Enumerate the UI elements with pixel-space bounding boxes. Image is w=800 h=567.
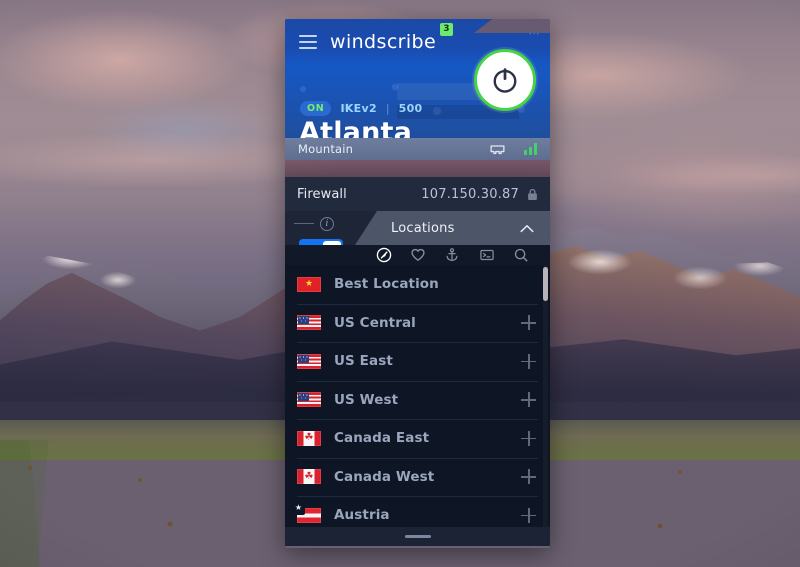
location-row[interactable]: US Central	[285, 303, 550, 343]
favourite-badge: ★	[292, 501, 305, 515]
location-row[interactable]: ☘ Canada East	[285, 419, 550, 458]
locations-panel-header[interactable]: Locations	[355, 211, 550, 245]
expand-plus-icon[interactable]	[521, 315, 536, 331]
flag-canada-icon: ☘	[297, 430, 321, 446]
ip-address-value: 107.150.30.87	[421, 186, 519, 202]
flag-canada-icon: ☘	[297, 469, 321, 485]
star-glyph: ★	[294, 503, 303, 513]
tab-static-ips[interactable]	[443, 246, 462, 265]
port-label[interactable]: 500	[399, 102, 423, 115]
location-list[interactable]: ★ Best Location US Central US East US West ☘ C…	[285, 265, 550, 527]
location-row-label: Best Location	[334, 276, 439, 293]
firewall-row: Firewall 107.150.30.87	[285, 177, 550, 211]
tab-all-locations[interactable]	[375, 246, 394, 274]
info-icon[interactable]: i	[320, 217, 334, 231]
location-row-label: US East	[334, 353, 393, 370]
tab-search[interactable]	[511, 246, 530, 265]
app-footer	[285, 527, 550, 546]
locations-title: Locations	[391, 220, 455, 236]
chevron-up-icon[interactable]	[520, 224, 534, 233]
search-icon	[514, 248, 528, 262]
location-row-label: Canada East	[334, 430, 430, 447]
location-row-label: Canada West	[334, 468, 435, 485]
brand-name: windscribe	[330, 30, 437, 53]
window-close-icon[interactable]: ⋯	[528, 28, 540, 40]
maple-leaf-glyph: ☘	[304, 470, 314, 482]
flag-canton	[298, 393, 309, 402]
brand-logo: windscribe 3	[330, 22, 454, 53]
connection-state-badge: ON	[300, 101, 332, 116]
notification-badge[interactable]: 3	[440, 22, 454, 36]
tabbar-left-filler	[285, 245, 355, 265]
firewall-locations-zone: Firewall 107.150.30.87 i Locations	[285, 177, 550, 274]
expand-plus-icon[interactable]	[521, 353, 536, 369]
tab-favourites[interactable]	[409, 246, 428, 265]
power-toggle-button[interactable]	[474, 49, 536, 111]
maple-leaf-glyph: ☘	[304, 432, 314, 444]
region-bar: Mountain	[285, 138, 550, 160]
flag-canton	[298, 316, 309, 325]
star-glyph: ★	[304, 278, 314, 289]
windscribe-app-window: windscribe 3 ⋯ ON IKEv2 | 500 Atlanta Mo…	[285, 19, 550, 548]
location-row[interactable]: US East	[285, 342, 550, 381]
expand-plus-icon[interactable]	[521, 430, 536, 446]
expand-plus-icon[interactable]	[521, 469, 536, 485]
locations-tab-bar	[355, 245, 550, 274]
terminal-icon	[479, 249, 494, 261]
expand-plus-icon[interactable]	[521, 392, 536, 408]
window-resize-handle[interactable]	[404, 535, 431, 538]
power-icon	[493, 68, 517, 93]
connection-status-row: ON IKEv2 | 500	[300, 101, 423, 116]
anchor-icon	[447, 248, 458, 261]
flag-austria-icon: ★	[292, 501, 321, 523]
app-header: windscribe 3 ⋯ ON IKEv2 | 500 Atlanta	[285, 19, 550, 138]
compass-icon	[376, 247, 392, 263]
location-row-label: US Central	[334, 314, 416, 331]
firewall-label: Firewall	[297, 186, 347, 202]
flag-canton	[298, 354, 309, 363]
translucent-divider-band	[285, 160, 550, 177]
menu-icon[interactable]	[299, 34, 317, 49]
list-scrollbar-track[interactable]	[543, 265, 548, 527]
protocol-label[interactable]: IKEv2	[340, 102, 376, 115]
flag-best-location-icon: ★	[297, 276, 321, 292]
firewall-dash-line	[294, 223, 314, 224]
ethernet-icon	[490, 145, 505, 155]
location-row[interactable]: ★ Best Location	[285, 265, 550, 304]
location-row-label: Austria	[334, 507, 390, 524]
flag-united-states-icon	[297, 315, 321, 331]
location-row[interactable]: US West	[285, 380, 550, 420]
lock-icon	[528, 188, 537, 200]
expand-plus-icon[interactable]	[521, 507, 536, 523]
status-separator: |	[385, 102, 390, 115]
desktop-background: windscribe 3 ⋯ ON IKEv2 | 500 Atlanta Mo…	[0, 0, 800, 567]
heart-icon	[411, 248, 425, 261]
signal-strength-icon	[524, 143, 537, 155]
tab-config-files[interactable]	[477, 246, 496, 265]
connected-city-name: Atlanta	[299, 117, 413, 138]
location-row-label: US West	[334, 391, 399, 408]
region-label: Mountain	[298, 142, 354, 156]
location-row[interactable]: ☘ Canada West	[285, 457, 550, 497]
list-scrollbar-thumb[interactable]	[543, 267, 548, 301]
location-row[interactable]: ★ Austria	[285, 496, 550, 527]
flag-united-states-icon	[297, 392, 321, 408]
flag-united-states-icon	[297, 353, 321, 369]
